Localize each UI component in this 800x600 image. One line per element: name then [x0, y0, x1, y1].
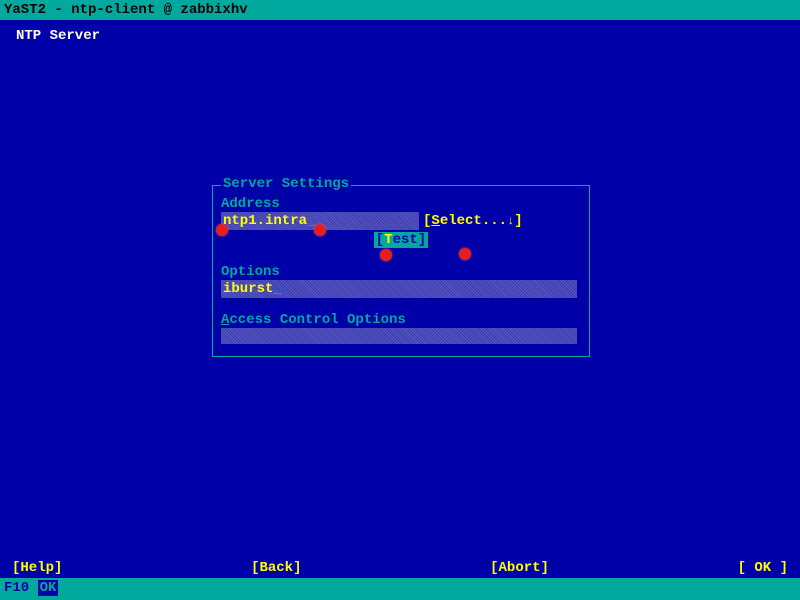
- test-button[interactable]: [Test]: [374, 232, 428, 248]
- help-button[interactable]: [Help]: [12, 558, 62, 578]
- window-titlebar: YaST2 - ntp-client @ zabbixhv: [0, 0, 800, 20]
- marker-dot-icon: [459, 248, 471, 260]
- page-title: NTP Server: [0, 20, 800, 52]
- access-control-options-input[interactable]: [221, 328, 577, 344]
- bottom-button-bar: [Help] [Back] [Abort] [ OK ]: [0, 558, 800, 578]
- panel-legend: Server Settings: [221, 176, 351, 192]
- options-input[interactable]: iburst_: [221, 280, 577, 298]
- marker-dot-icon: [380, 249, 392, 261]
- access-control-options-label: Access Control Options: [221, 312, 581, 328]
- back-button[interactable]: [Back]: [251, 558, 301, 578]
- options-label: Options: [221, 264, 581, 280]
- address-label: Address: [221, 196, 581, 212]
- statusbar: F10 OK: [0, 578, 800, 600]
- server-settings-panel: Server Settings Address ntp1.intra_ [Sel…: [212, 185, 590, 357]
- status-fkey: F10: [4, 580, 29, 596]
- main-area: NTP Server Server Settings Address ntp1.…: [0, 20, 800, 578]
- status-hint: OK: [38, 580, 59, 596]
- window-title: YaST2 - ntp-client @ zabbixhv: [4, 2, 248, 18]
- marker-dot-icon: [314, 224, 326, 236]
- abort-button[interactable]: [Abort]: [490, 558, 549, 578]
- chevron-down-icon: ↓: [507, 214, 514, 228]
- select-button[interactable]: [Select...↓]: [423, 213, 523, 229]
- ok-button[interactable]: [ OK ]: [738, 558, 788, 578]
- marker-dot-icon: [216, 224, 228, 236]
